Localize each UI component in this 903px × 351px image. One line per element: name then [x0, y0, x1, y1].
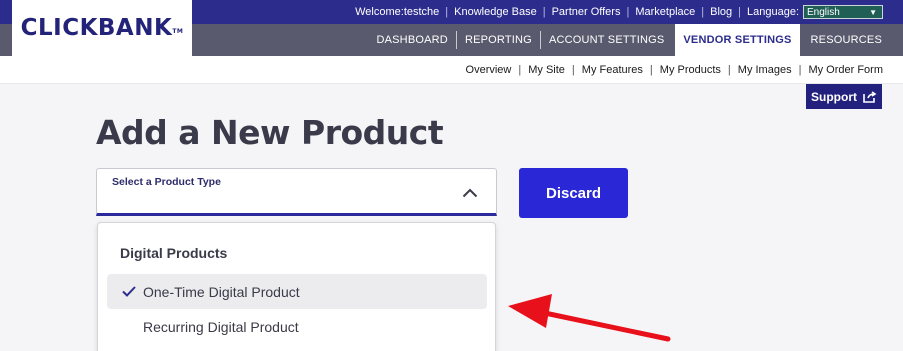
- support-label: Support: [811, 89, 857, 104]
- sub-navigation: Overview | My Site | My Features | My Pr…: [0, 56, 903, 84]
- chevron-down-icon: ▼: [869, 7, 877, 17]
- chevron-up-icon: [462, 188, 478, 198]
- product-type-dropdown: Digital Products One-Time Digital Produc…: [97, 222, 496, 351]
- tab-dashboard[interactable]: DASHBOARD: [368, 24, 455, 56]
- group-label-digital-products: Digital Products: [120, 245, 228, 261]
- language-select[interactable]: English ▼: [803, 5, 883, 19]
- knowledge-base-link[interactable]: Knowledge Base: [448, 6, 543, 18]
- tab-account-settings[interactable]: ACCOUNT SETTINGS: [541, 24, 672, 56]
- welcome-text: Welcome:testche: [355, 6, 440, 18]
- option-label: One-Time Digital Product: [143, 283, 300, 300]
- checkmark-icon: [107, 286, 143, 297]
- subnav-my-order-form[interactable]: My Order Form: [801, 64, 883, 76]
- subnav-my-site[interactable]: My Site: [521, 64, 572, 76]
- blog-link[interactable]: Blog: [704, 6, 738, 18]
- logo-wordmark: CLICKBANKTM: [20, 15, 184, 41]
- subnav-my-images[interactable]: My Images: [731, 64, 799, 76]
- option-recurring-digital-product[interactable]: Recurring Digital Product: [107, 309, 487, 344]
- support-button[interactable]: Support: [806, 84, 882, 109]
- product-type-select[interactable]: Select a Product Type: [96, 168, 497, 216]
- tab-reporting[interactable]: REPORTING: [457, 24, 540, 56]
- page-title: Add a New Product: [96, 113, 444, 152]
- tab-vendor-settings[interactable]: VENDOR SETTINGS: [675, 24, 800, 56]
- discard-button[interactable]: Discard: [519, 168, 628, 218]
- product-type-label: Select a Product Type: [112, 176, 221, 188]
- tab-resources[interactable]: RESOURCES: [803, 24, 890, 56]
- subnav-overview[interactable]: Overview: [459, 64, 519, 76]
- language-value: English: [807, 6, 840, 18]
- partner-offers-link[interactable]: Partner Offers: [546, 6, 627, 18]
- subnav-my-features[interactable]: My Features: [575, 64, 650, 76]
- clickbank-logo[interactable]: CLICKBANKTM: [12, 0, 192, 56]
- option-label: Recurring Digital Product: [143, 318, 299, 335]
- option-one-time-digital-product[interactable]: One-Time Digital Product: [107, 274, 487, 309]
- language-label: Language:: [747, 6, 799, 18]
- subnav-my-products[interactable]: My Products: [653, 64, 728, 76]
- utility-links: Welcome:testche | Knowledge Base | Partn…: [349, 0, 903, 24]
- external-link-icon: [863, 90, 877, 103]
- marketplace-link[interactable]: Marketplace: [629, 6, 701, 18]
